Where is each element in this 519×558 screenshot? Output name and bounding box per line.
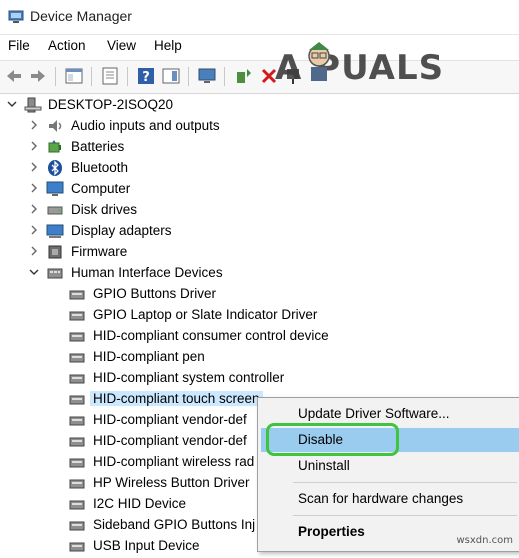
battery-icon xyxy=(46,138,64,156)
hid-device-icon xyxy=(68,327,86,345)
svg-text:?: ? xyxy=(142,70,150,85)
category-label: Disk drives xyxy=(71,202,138,217)
toolbar-separator xyxy=(188,67,189,86)
menu-help[interactable]: Help xyxy=(154,38,182,53)
bluetooth-icon xyxy=(46,159,64,177)
device-label: HID-compliant vendor-def xyxy=(93,433,247,448)
menu-item-scan-hardware[interactable]: Scan for hardware changes xyxy=(298,491,463,506)
title-bar: Device Manager xyxy=(0,0,519,35)
device-label: HID-compliant touch screen xyxy=(90,391,263,406)
chevron-right-icon[interactable] xyxy=(28,224,40,236)
firmware-icon xyxy=(46,243,64,261)
device-label: Sideband GPIO Buttons Inj xyxy=(93,517,256,532)
computer-name: DESKTOP-2ISOQ20 xyxy=(48,97,174,112)
hid-device-icon xyxy=(68,495,86,513)
hid-device-row[interactable]: HID-compliant system controller xyxy=(0,368,519,389)
computer-icon xyxy=(24,96,42,114)
hid-device-icon xyxy=(68,390,86,408)
device-label: HP Wireless Button Driver xyxy=(93,475,250,490)
back-arrow-icon[interactable] xyxy=(4,66,24,86)
toolbar-separator xyxy=(224,67,225,86)
action-pane-icon[interactable] xyxy=(161,66,181,86)
hid-device-icon xyxy=(68,306,86,324)
device-label: HID-compliant pen xyxy=(93,349,205,364)
hid-device-icon xyxy=(68,537,86,555)
computer-monitor-icon xyxy=(46,180,64,198)
site-watermark: wsxdn.com xyxy=(456,535,513,546)
chevron-right-icon[interactable] xyxy=(28,140,40,152)
device-label: HID-compliant vendor-def xyxy=(93,412,247,427)
category-label: Computer xyxy=(71,181,131,196)
monitor-icon[interactable] xyxy=(197,66,217,86)
context-menu: Update Driver Software... Disable Uninst… xyxy=(257,397,519,552)
chevron-right-icon[interactable] xyxy=(28,182,40,194)
category-label: Batteries xyxy=(71,139,125,154)
category-human-interface-devices[interactable]: Human Interface Devices xyxy=(0,263,519,284)
menu-item-update-driver[interactable]: Update Driver Software... xyxy=(298,406,450,421)
device-label: HID-compliant wireless rad xyxy=(93,454,255,469)
hid-device-icon xyxy=(68,453,86,471)
category-firmware[interactable]: Firmware xyxy=(0,242,519,263)
hid-device-icon xyxy=(68,369,86,387)
speaker-icon xyxy=(46,117,64,135)
category-label: Human Interface Devices xyxy=(71,265,223,280)
hid-device-icon xyxy=(68,285,86,303)
hid-device-row[interactable]: GPIO Buttons Driver xyxy=(0,284,519,305)
device-label: GPIO Buttons Driver xyxy=(93,286,217,301)
toolbar-separator xyxy=(91,67,92,86)
category-disk-drives[interactable]: Disk drives xyxy=(0,200,519,221)
toolbar-separator xyxy=(55,67,56,86)
hid-icon xyxy=(46,264,64,282)
disk-drive-icon xyxy=(46,201,64,219)
category-label: Bluetooth xyxy=(71,160,129,175)
hid-device-row[interactable]: GPIO Laptop or Slate Indicator Driver xyxy=(0,305,519,326)
show-hide-console-tree-icon[interactable] xyxy=(64,66,84,86)
appuals-mascot-icon xyxy=(301,42,337,93)
device-label: HID-compliant consumer control device xyxy=(93,328,329,343)
tree-root[interactable]: DESKTOP-2ISOQ20 xyxy=(0,95,519,116)
window-title: Device Manager xyxy=(30,8,132,24)
chevron-right-icon[interactable] xyxy=(28,245,40,257)
chevron-right-icon[interactable] xyxy=(28,203,40,215)
category-batteries[interactable]: Batteries xyxy=(0,137,519,158)
device-manager-app-icon xyxy=(8,9,24,28)
toolbar-separator xyxy=(127,67,128,86)
hid-device-row[interactable]: HID-compliant consumer control device xyxy=(0,326,519,347)
menu-separator xyxy=(293,515,517,516)
device-label: HID-compliant system controller xyxy=(93,370,285,385)
device-label: GPIO Laptop or Slate Indicator Driver xyxy=(93,307,318,322)
menu-view[interactable]: View xyxy=(107,38,136,53)
chevron-down-icon[interactable] xyxy=(28,266,40,278)
display-adapter-icon xyxy=(46,222,64,240)
hid-device-icon xyxy=(68,432,86,450)
menu-action[interactable]: Action xyxy=(48,38,86,53)
annotation-highlight-ring xyxy=(266,423,399,456)
hid-device-icon xyxy=(68,411,86,429)
hid-device-row[interactable]: HID-compliant pen xyxy=(0,347,519,368)
properties-sheet-icon[interactable] xyxy=(100,66,120,86)
device-label: USB Input Device xyxy=(93,538,200,553)
menu-file[interactable]: File xyxy=(8,38,30,53)
appuals-watermark: A PUALS xyxy=(275,42,444,88)
chevron-down-icon[interactable] xyxy=(6,98,18,110)
menu-item-uninstall[interactable]: Uninstall xyxy=(298,458,350,473)
menu-item-properties[interactable]: Properties xyxy=(298,524,365,539)
update-driver-icon[interactable] xyxy=(233,66,253,86)
category-label: Display adapters xyxy=(71,223,172,238)
hid-device-icon xyxy=(68,516,86,534)
category-computer[interactable]: Computer xyxy=(0,179,519,200)
menu-separator xyxy=(293,482,517,483)
hid-device-icon xyxy=(68,474,86,492)
chevron-right-icon[interactable] xyxy=(28,161,40,173)
category-audio[interactable]: Audio inputs and outputs xyxy=(0,116,519,137)
category-bluetooth[interactable]: Bluetooth xyxy=(0,158,519,179)
help-icon[interactable]: ? xyxy=(136,66,156,86)
hid-device-icon xyxy=(68,348,86,366)
category-label: Firmware xyxy=(71,244,128,259)
category-display-adapters[interactable]: Display adapters xyxy=(0,221,519,242)
device-label: I2C HID Device xyxy=(93,496,187,511)
forward-arrow-icon[interactable] xyxy=(28,66,48,86)
category-label: Audio inputs and outputs xyxy=(71,118,220,133)
chevron-right-icon[interactable] xyxy=(28,119,40,131)
